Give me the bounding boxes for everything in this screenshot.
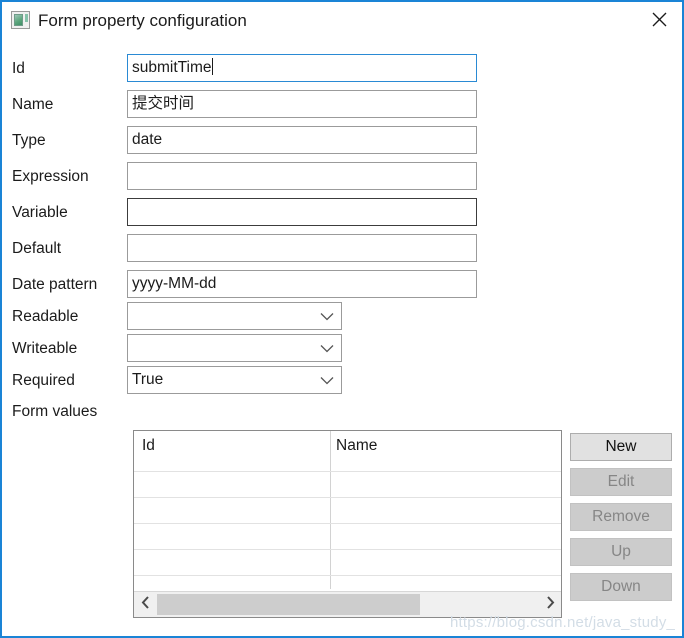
default-input[interactable] [127, 234, 477, 262]
form-row-writeable: Writeable [2, 334, 682, 364]
watermark: https://blog.csdn.net/java_study_ [450, 614, 676, 631]
table-column-separator [330, 431, 331, 589]
form-row-readable: Readable [2, 302, 682, 332]
label-name: Name [12, 96, 54, 113]
form-property-configuration-dialog: Form property configuration Id submitTime… [0, 0, 684, 638]
remove-button-label: Remove [592, 508, 650, 525]
form-property-icon-bar [25, 14, 28, 22]
chevron-right-icon [546, 595, 555, 614]
window-title: Form property configuration [38, 11, 247, 30]
table-row[interactable] [134, 575, 561, 576]
down-button: Down [570, 573, 672, 601]
edit-button: Edit [570, 468, 672, 496]
down-button-label: Down [601, 578, 641, 595]
new-button-label: New [605, 438, 637, 455]
table-row[interactable] [134, 471, 561, 472]
table-row[interactable] [134, 497, 561, 498]
table-row[interactable] [134, 549, 561, 550]
variable-input[interactable] [127, 198, 477, 226]
label-required: Required [12, 372, 75, 389]
label-expression: Expression [12, 168, 89, 185]
form-row-required: Required True [2, 366, 682, 396]
table-column-header-id: Id [142, 437, 155, 454]
scroll-left-button[interactable] [134, 592, 156, 617]
form-values-row: Form values [2, 397, 682, 427]
chevron-down-icon [320, 335, 334, 361]
table-column-header-name: Name [336, 437, 378, 454]
label-id: Id [12, 60, 25, 77]
remove-button: Remove [570, 503, 672, 531]
form-row-type: Type date [2, 126, 682, 156]
form-row-default: Default [2, 234, 682, 264]
label-readable: Readable [12, 308, 79, 325]
table-header: Id Name [134, 431, 561, 471]
expression-input[interactable] [127, 162, 477, 190]
required-dropdown-value: True [132, 371, 164, 388]
form-row-expression: Expression [2, 162, 682, 192]
date-pattern-input[interactable]: yyyy-MM-dd [127, 270, 477, 298]
label-variable: Variable [12, 204, 68, 221]
close-button[interactable] [636, 2, 682, 36]
up-button-label: Up [611, 543, 631, 560]
form-values-table[interactable]: Id Name [133, 430, 562, 618]
chevron-down-icon [320, 303, 334, 329]
new-button[interactable]: New [570, 433, 672, 461]
title-bar: Form property configuration [2, 2, 682, 40]
chevron-left-icon [141, 595, 150, 614]
up-button: Up [570, 538, 672, 566]
date-pattern-input-value: yyyy-MM-dd [132, 275, 217, 292]
required-dropdown[interactable]: True [127, 366, 342, 394]
text-caret [211, 58, 213, 75]
writeable-dropdown[interactable] [127, 334, 342, 362]
name-input[interactable]: 提交时间 [127, 90, 477, 118]
table-row[interactable] [134, 523, 561, 524]
name-input-value: 提交时间 [132, 95, 195, 112]
form-property-icon [11, 11, 30, 29]
label-writeable: Writeable [12, 340, 78, 357]
close-icon [652, 12, 667, 27]
id-input-value: submitTime [132, 59, 212, 76]
form-row-date-pattern: Date pattern yyyy-MM-dd [2, 270, 682, 300]
label-type: Type [12, 132, 46, 149]
label-date-pattern: Date pattern [12, 276, 98, 293]
scrollbar-thumb[interactable] [157, 594, 420, 615]
form-property-icon-inner [14, 14, 23, 26]
type-input[interactable]: date [127, 126, 477, 154]
type-input-value: date [132, 131, 163, 148]
form-values-label: Form values [12, 403, 98, 420]
readable-dropdown[interactable] [127, 302, 342, 330]
chevron-down-icon [320, 367, 334, 393]
form-row-name: Name 提交时间 [2, 90, 682, 120]
form-row-variable: Variable [2, 198, 682, 228]
label-default: Default [12, 240, 62, 257]
edit-button-label: Edit [607, 473, 635, 490]
id-input[interactable]: submitTime [127, 54, 477, 82]
form-row-id: Id submitTime [2, 54, 682, 84]
